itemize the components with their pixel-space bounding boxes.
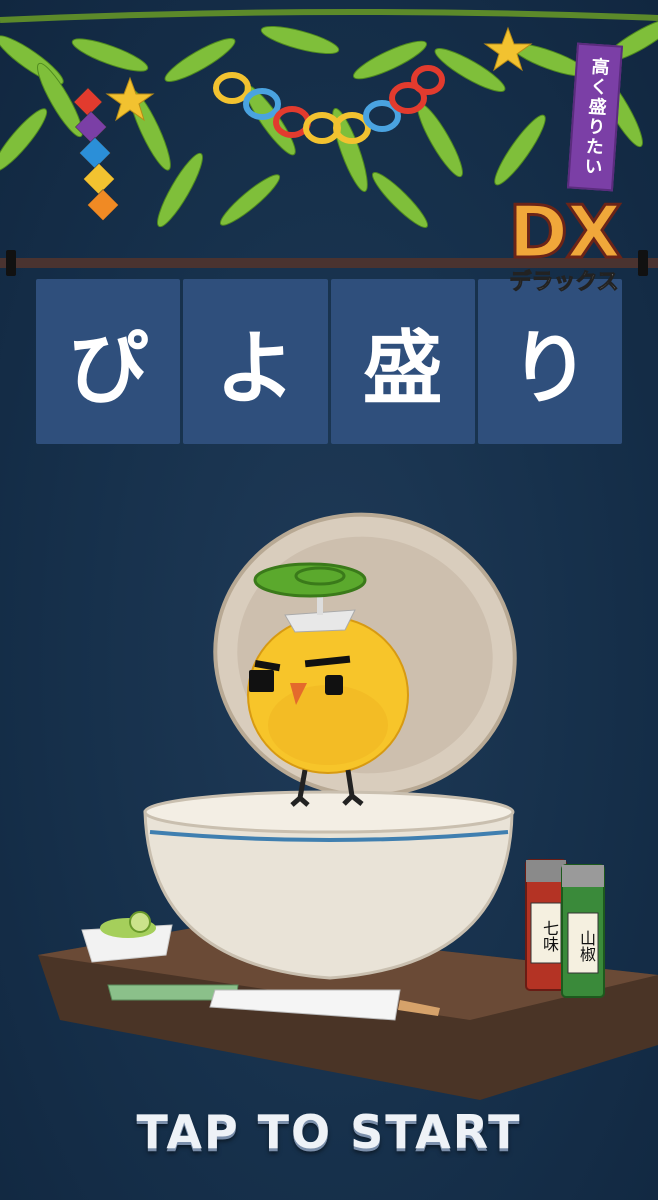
tanzaku-text: 高く盛りたい — [580, 56, 611, 178]
dx-subtitle: デラックス — [509, 270, 619, 296]
banner-panel: 盛 — [330, 279, 475, 444]
dx-label: DX — [507, 190, 623, 274]
banner-char: 盛 — [362, 321, 443, 415]
tap-to-start-button[interactable]: TAP TO START — [0, 1105, 658, 1159]
banner-char: ぴ — [68, 321, 149, 415]
game-scene[interactable] — [0, 500, 658, 1100]
shichimi-label: 七味 — [540, 920, 559, 952]
banner-panel: よ — [183, 279, 328, 444]
banner-panel: ぴ — [36, 279, 181, 444]
noren-rod-cap-left — [6, 250, 16, 276]
banner-char: り — [509, 321, 590, 415]
pickle-dish — [81, 911, 173, 963]
sansho-label: 山椒 — [577, 930, 596, 962]
banner-char: よ — [215, 321, 296, 415]
dx-logo: DX デラックス — [488, 190, 640, 312]
